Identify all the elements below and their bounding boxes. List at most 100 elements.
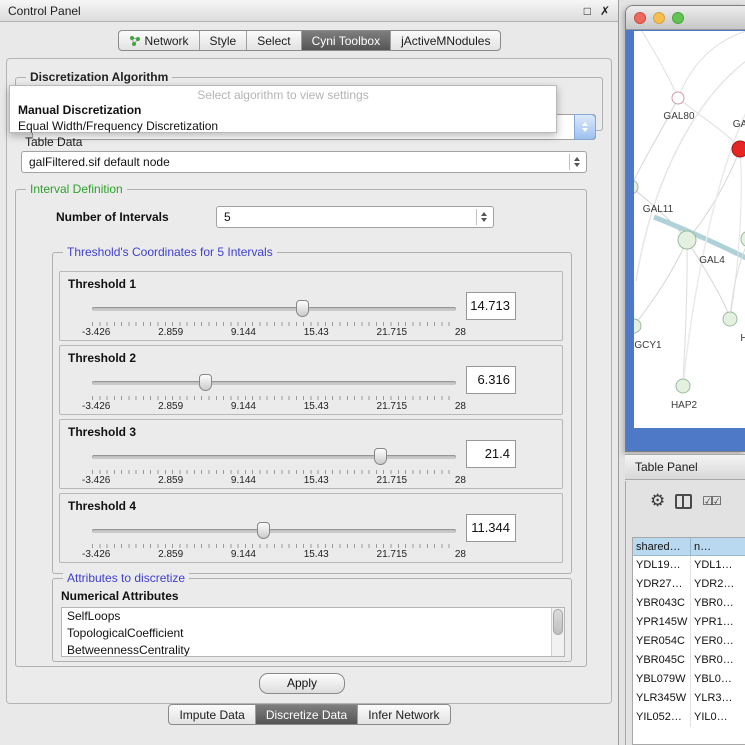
attributes-to-discretize-group: Attributes to discretize Numerical Attri… — [52, 578, 572, 662]
network-graph[interactable]: GAL80GAGAL11GAL4GCY1HHAP2 — [634, 31, 745, 428]
mac-close-icon[interactable] — [634, 12, 646, 24]
scale-label: 15.43 — [304, 401, 329, 412]
network-node[interactable] — [678, 231, 696, 249]
table-panel-titlebar[interactable]: Table Panel — [625, 454, 745, 480]
table-cell: YER054C — [633, 632, 691, 651]
column-header-n[interactable]: n… — [691, 538, 745, 555]
algorithm-group-title: Discretization Algorithm — [26, 70, 172, 84]
numerical-attributes-label: Numerical Attributes — [61, 589, 179, 603]
network-node[interactable] — [741, 231, 745, 247]
tab-label: Discretize Data — [266, 708, 347, 722]
threshold-2-value-field[interactable]: 6.316 — [466, 366, 516, 394]
threshold-1-value-field[interactable]: 14.713 — [466, 292, 516, 320]
number-of-intervals-value: 5 — [224, 210, 231, 224]
table-row[interactable]: YBL079WYBL0… — [633, 670, 745, 689]
network-node[interactable] — [723, 312, 737, 326]
close-icon[interactable]: ✗ — [600, 4, 610, 18]
tab-cyni-toolbox[interactable]: Cyni Toolbox — [301, 31, 390, 50]
mac-zoom-icon[interactable] — [672, 12, 684, 24]
table-header-row: shared…n… — [633, 538, 745, 556]
table-toolbar: ⚙ ☑☑ — [626, 489, 745, 513]
table-row[interactable]: YPR145WYPR1… — [633, 613, 745, 632]
table-row[interactable]: YBR043CYBR0… — [633, 594, 745, 613]
network-edge[interactable] — [642, 31, 678, 98]
mac-minimize-icon[interactable] — [653, 12, 665, 24]
slider-thumb[interactable] — [374, 448, 387, 465]
tab-label: Infer Network — [368, 708, 439, 722]
tab-impute-data[interactable]: Impute Data — [169, 705, 254, 724]
table-row[interactable]: YBR045CYBR0… — [633, 651, 745, 670]
table-panel-title: Table Panel — [635, 460, 698, 474]
network-node[interactable] — [732, 141, 745, 157]
table-row[interactable]: YLR345WYLR3… — [633, 689, 745, 708]
popup-item-equal-width-frequency[interactable]: Equal Width/Frequency Discretization — [10, 118, 556, 134]
popup-hint: Select algorithm to view settings — [10, 86, 556, 102]
network-edge[interactable] — [687, 149, 740, 240]
network-node-label: H — [740, 333, 745, 344]
tab-label: Select — [257, 34, 290, 48]
table-cell: YLR3… — [691, 689, 745, 708]
attribute-list-item[interactable]: BetweennessCentrality — [62, 642, 564, 657]
threshold-3-block: Threshold 3-3.4262.8599.14415.4321.71528… — [59, 419, 563, 489]
network-window-titlebar[interactable] — [626, 6, 745, 30]
threshold-3-slider[interactable] — [92, 448, 456, 466]
thresholds-group-title: Threshold's Coordinates for 5 Intervals — [63, 245, 277, 259]
network-node[interactable] — [676, 379, 690, 393]
network-edge[interactable] — [678, 98, 740, 149]
table-data-combo[interactable]: galFiltered.sif default node — [21, 151, 587, 173]
slider-thumb[interactable] — [199, 374, 212, 391]
scale-label: 28 — [455, 475, 466, 486]
number-of-intervals-combo[interactable]: 5 — [216, 206, 494, 228]
attribute-list-item[interactable]: TopologicalCoefficient — [62, 625, 564, 642]
float-window-icon[interactable]: □ — [584, 4, 591, 18]
slider-tick-marks — [92, 544, 456, 548]
tab-style[interactable]: Style — [199, 31, 247, 50]
network-edge[interactable] — [730, 149, 741, 319]
list-scrollbar[interactable] — [551, 608, 564, 656]
table-cell: YDL1… — [691, 556, 745, 575]
network-node[interactable] — [672, 92, 684, 104]
scale-label: -3.426 — [82, 401, 110, 412]
column-header-shared[interactable]: shared… — [633, 538, 691, 555]
slider-thumb[interactable] — [296, 300, 309, 317]
threshold-4-slider[interactable] — [92, 522, 456, 540]
slider-track — [92, 381, 456, 385]
threshold-3-value-field[interactable]: 21.4 — [466, 440, 516, 468]
slider-thumb[interactable] — [257, 522, 270, 539]
select-all-checkboxes-icon[interactable]: ☑☑ — [702, 494, 720, 508]
threshold-4-value-field[interactable]: 11.344 — [466, 514, 516, 542]
scale-label: 2.859 — [158, 475, 183, 486]
apply-button[interactable]: Apply — [259, 673, 345, 694]
attribute-list-item[interactable]: SelfLoops — [62, 608, 564, 625]
numerical-attributes-list[interactable]: SelfLoopsTopologicalCoefficientBetweenne… — [61, 607, 565, 657]
table-row[interactable]: YDL19…YDL1… — [633, 556, 745, 575]
table-cell: YPR1… — [691, 613, 745, 632]
scale-label: 21.715 — [377, 401, 408, 412]
table-cell: YBR045C — [633, 651, 691, 670]
window-title: Control Panel — [8, 4, 575, 18]
table-row[interactable]: YER054CYER0… — [633, 632, 745, 651]
algorithm-dropdown-popup: Select algorithm to view settings Manual… — [9, 85, 557, 133]
column-visibility-icon[interactable] — [675, 494, 692, 509]
threshold-2-block: Threshold 2-3.4262.8599.14415.4321.71528… — [59, 345, 563, 415]
tab-jactivemnodules[interactable]: jActiveMNodules — [390, 31, 500, 50]
popup-item-manual-discretization[interactable]: Manual Discretization — [10, 102, 556, 118]
table-cell: YDR2… — [691, 575, 745, 594]
threshold-1-slider[interactable] — [92, 300, 456, 318]
tab-select[interactable]: Select — [246, 31, 300, 50]
network-canvas[interactable]: GAL80GAGAL11GAL4GCY1HHAP2 — [634, 31, 745, 428]
node-table[interactable]: shared…n… YDL19…YDL1…YDR27…YDR2…YBR043CY… — [632, 537, 745, 745]
table-row[interactable]: YIL052…YIL0… — [633, 708, 745, 727]
control-panel-titlebar: Control Panel □ ✗ — [0, 0, 618, 22]
slider-track — [92, 307, 456, 311]
tab-network[interactable]: Network — [119, 31, 199, 50]
threshold-4-label: Threshold 4 — [68, 499, 136, 513]
threshold-2-slider[interactable] — [92, 374, 456, 392]
scrollbar-thumb[interactable] — [553, 609, 563, 635]
tab-infer-network[interactable]: Infer Network — [357, 705, 449, 724]
network-node[interactable] — [634, 319, 641, 333]
gear-icon[interactable]: ⚙ — [650, 491, 665, 511]
tab-discretize-data[interactable]: Discretize Data — [255, 705, 357, 724]
table-row[interactable]: YDR27…YDR2… — [633, 575, 745, 594]
network-edge[interactable] — [678, 31, 745, 98]
